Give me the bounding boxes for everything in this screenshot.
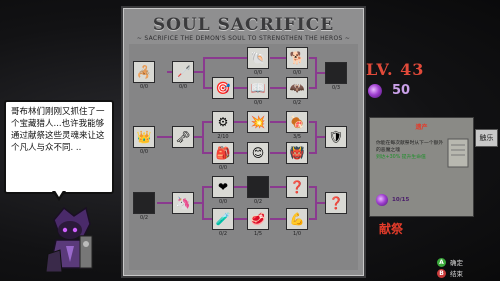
info-cost: 10/15: [376, 194, 409, 206]
skill-node[interactable]: 👹: [286, 142, 308, 164]
skill-node[interactable]: 🦯: [172, 61, 194, 83]
skill-node-count: 3/5: [292, 134, 302, 140]
goblin-character-icon: [45, 206, 93, 273]
skill-node[interactable]: 💥: [247, 111, 269, 133]
dialog-tail-inner: [54, 189, 64, 197]
skill-node-icon: 📖: [250, 81, 266, 95]
skill-node-icon: 🗝: [175, 130, 191, 144]
skill-node-icon: ❤: [217, 180, 229, 194]
skill-node[interactable]: 🧪: [212, 208, 234, 230]
info-scroll-icon: [447, 138, 469, 168]
skill-node[interactable]: [247, 176, 269, 198]
skill-node-count: 0/3: [331, 85, 341, 91]
info-panel: 遗产 你能在每次献祭时从下一个额外的恶魔之魂 到达+30% 提升生命值 10/1…: [369, 117, 474, 217]
soul-count: 50: [392, 83, 411, 98]
skill-node[interactable]: 😊: [247, 142, 269, 164]
skill-node-icon: 😊: [251, 146, 265, 160]
skill-node-count: 0/0: [178, 84, 188, 90]
skill-node-icon: 👹: [289, 146, 305, 160]
dialog-bubble: 哥布林们刚刚又抓住了一个宝藏猎人...也许我能够通过献祭这些灵魂来让这个凡人与众…: [4, 100, 114, 194]
player-level: LV. 43: [366, 60, 425, 79]
skill-node[interactable]: 🎯: [212, 77, 234, 99]
info-description: 你能在每次献祭时从下一个额外的恶魔之魂 到达+30% 提升生命值: [376, 140, 444, 161]
confirm-prompt[interactable]: A 确定: [437, 257, 463, 267]
skill-node[interactable]: 👑: [133, 126, 155, 148]
skill-node-icon: 🦯: [175, 65, 191, 79]
skill-node-count: 0/2: [292, 100, 302, 106]
skill-node[interactable]: 🐚: [247, 47, 269, 69]
skill-node-icon: 🧪: [215, 212, 231, 226]
skill-node-icon: ❓: [289, 180, 305, 194]
skill-node-icon: ⚙: [217, 115, 229, 129]
skill-node[interactable]: 🛡: [325, 126, 347, 148]
skill-node-icon: 💪: [289, 212, 305, 226]
skill-node-icon: 🐚: [250, 51, 266, 65]
skill-node[interactable]: 🥩: [247, 208, 269, 230]
skill-node[interactable]: [325, 62, 347, 84]
skill-node-count: 1/0: [292, 231, 302, 237]
skill-node[interactable]: 🦇: [286, 77, 308, 99]
skill-node[interactable]: 🦂: [133, 61, 155, 83]
skill-node-icon: 🦇: [289, 81, 305, 95]
exit-label: 结束: [450, 270, 463, 278]
cost-soul-icon: [376, 194, 388, 206]
skill-node-count: 0/0: [139, 84, 149, 90]
skill-node-icon: 🐕: [289, 51, 305, 65]
skill-node-icon: 🎯: [215, 81, 231, 95]
skill-node-count: 1/5: [253, 231, 263, 237]
skill-node-count: 2/10: [217, 134, 229, 140]
sacrifice-button[interactable]: 献祭: [379, 220, 403, 237]
skill-node[interactable]: ❓: [286, 176, 308, 198]
skill-node-count: 0/2: [218, 231, 228, 237]
a-button-icon: A: [437, 257, 446, 267]
skill-node-count: 0/0: [139, 149, 149, 155]
skill-node-count: 0/2: [253, 199, 263, 205]
skill-node-icon: 🥩: [250, 212, 266, 226]
confirm-label: 确定: [450, 259, 463, 267]
skill-node[interactable]: 🦄: [172, 192, 194, 214]
exit-prompt[interactable]: B 结束: [437, 268, 463, 278]
skill-node-icon: 🎒: [215, 146, 231, 160]
skill-node-count: 0/0: [218, 199, 228, 205]
skill-node[interactable]: ⚙: [212, 111, 234, 133]
skill-node[interactable]: 🐕: [286, 47, 308, 69]
skill-node[interactable]: ❓: [325, 192, 347, 214]
skill-node-icon: 🦄: [175, 196, 191, 210]
skill-node[interactable]: 🍖: [286, 111, 308, 133]
info-line-2: 到达+30% 提升生命值: [376, 155, 426, 160]
skill-node[interactable]: 🗝: [172, 126, 194, 148]
soul-counter: 50: [368, 83, 410, 98]
b-button-icon: B: [437, 268, 446, 278]
skill-node-icon: 🛡: [328, 130, 344, 144]
info-title: 遗产: [415, 124, 428, 131]
skill-node[interactable]: 📖: [247, 77, 269, 99]
side-tab[interactable]: 触乐: [475, 129, 498, 147]
dialog-text: 哥布林们刚刚又抓住了一个宝藏猎人...也许我能够通过献祭这些灵魂来让这个凡人与众…: [11, 107, 105, 153]
skill-node[interactable]: [133, 192, 155, 214]
skill-node-count: 0/2: [139, 215, 149, 221]
skill-node[interactable]: 🎒: [212, 142, 234, 164]
skill-node-count: 0/0: [253, 70, 263, 76]
skill-node-icon: 👑: [136, 130, 152, 144]
skill-node-icon: 🦂: [136, 65, 152, 79]
cost-value: 10/15: [392, 197, 410, 203]
skill-node[interactable]: 💪: [286, 208, 308, 230]
soul-orb-icon: [368, 83, 382, 98]
info-line-1: 你能在每次献祭时从下一个额外的恶魔之魂: [376, 141, 444, 153]
skill-node[interactable]: ❤: [212, 176, 234, 198]
skill-node-icon: ❓: [328, 196, 344, 210]
skill-node-count: 0/0: [292, 70, 302, 76]
skill-node-count: 0/0: [253, 100, 263, 106]
skill-node-icon: 🍖: [289, 115, 305, 129]
skill-node-count: 0/0: [218, 165, 228, 171]
skill-node-icon: 💥: [250, 115, 266, 129]
